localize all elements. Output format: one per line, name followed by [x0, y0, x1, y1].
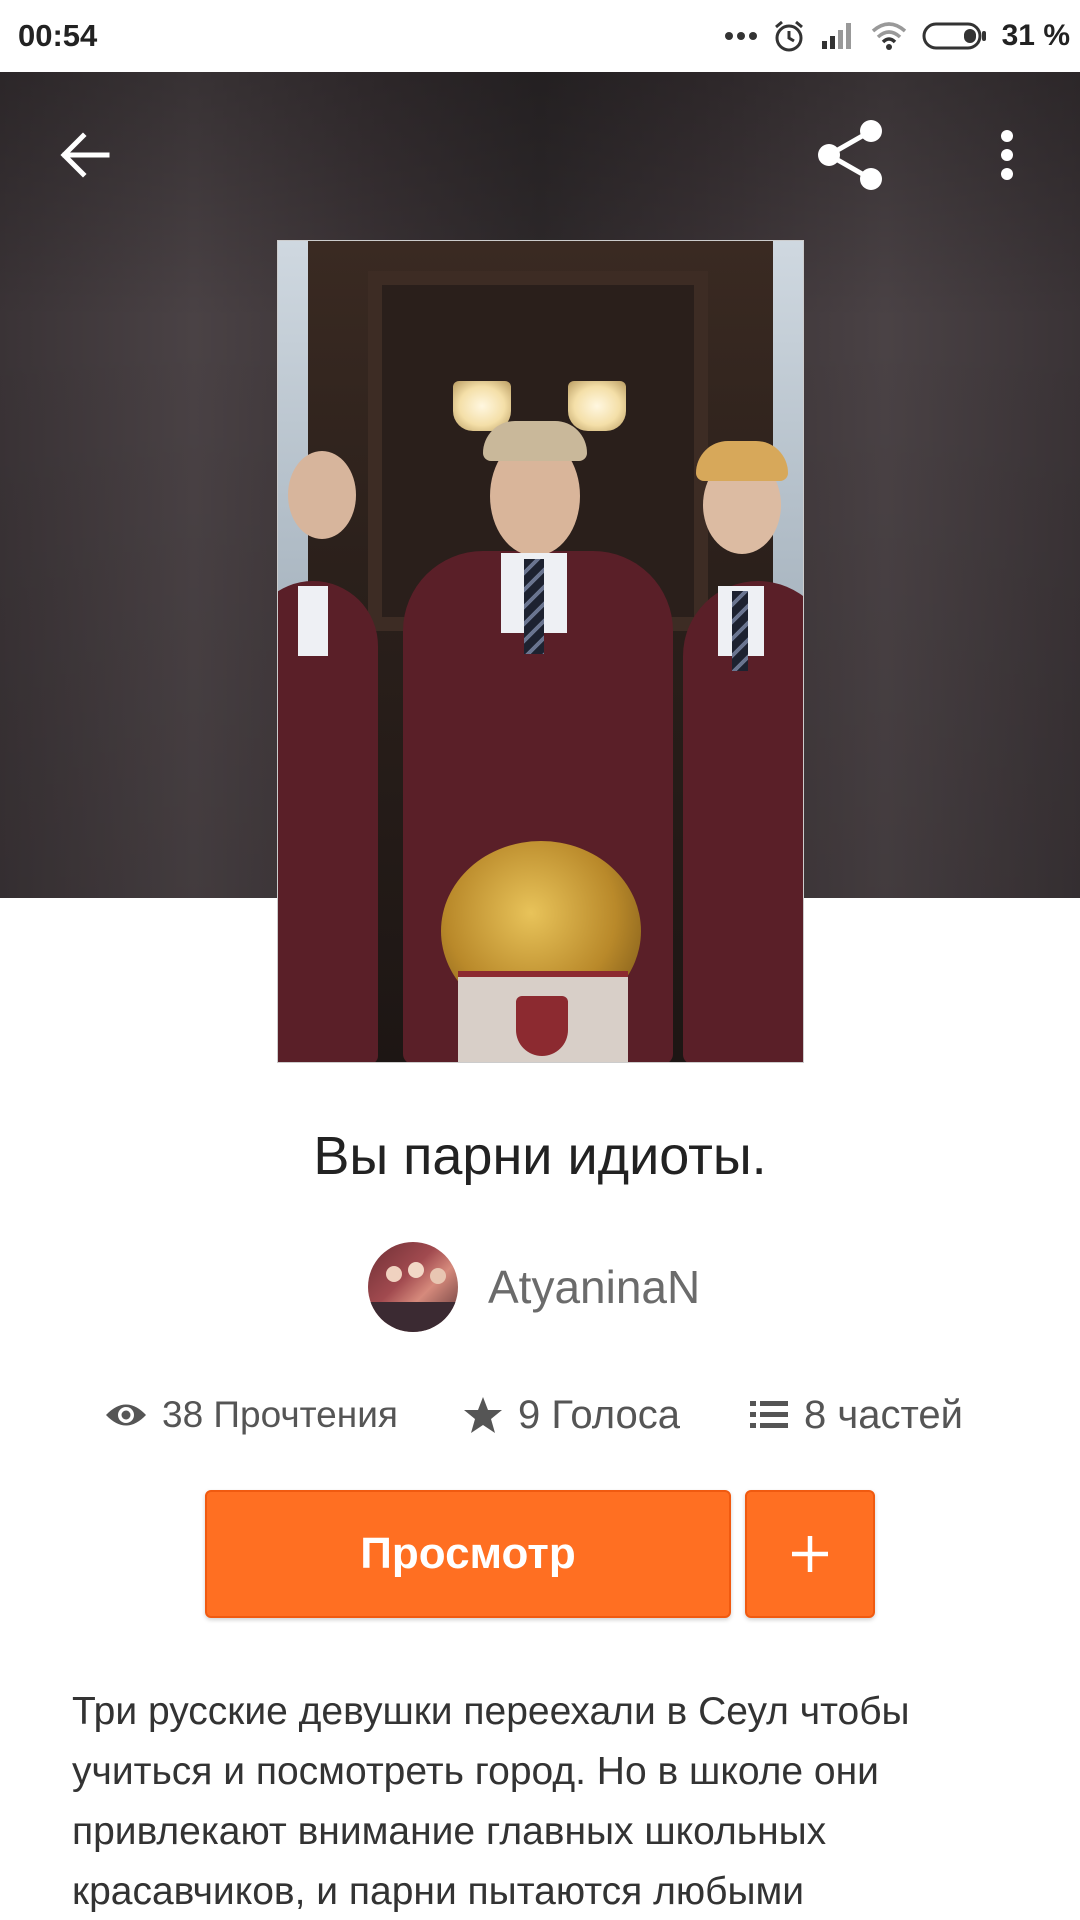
- status-time: 00:54: [18, 18, 98, 53]
- story-cover-image[interactable]: [277, 240, 804, 1063]
- author-avatar[interactable]: [368, 1242, 458, 1332]
- star-icon: [464, 1397, 502, 1433]
- list-icon: [750, 1401, 788, 1428]
- more-vertical-icon: [1001, 130, 1013, 180]
- wifi-icon: [871, 22, 906, 50]
- status-icons: 31 %: [724, 14, 1070, 58]
- read-button[interactable]: Просмотр: [205, 1490, 731, 1618]
- votes-count: 9 Голоса: [518, 1392, 680, 1437]
- author-link[interactable]: AtyaninaN: [368, 1242, 700, 1332]
- share-icon: [818, 120, 882, 190]
- eye-icon: [106, 1404, 146, 1426]
- story-title: Вы парни идиоты.: [313, 1126, 767, 1186]
- status-bar: 00:54 31 %: [0, 0, 1080, 72]
- parts-stat: 8 частей: [748, 1385, 963, 1445]
- more-dots-icon: [724, 32, 757, 40]
- share-button[interactable]: [806, 110, 896, 200]
- story-description: Три русские девушки переехали в Сеул что…: [72, 1690, 910, 1913]
- reads-count: 38 Прочтения: [162, 1394, 398, 1435]
- battery-percent: 31 %: [1001, 19, 1070, 52]
- arrow-left-icon: [60, 132, 110, 178]
- more-options-button[interactable]: [962, 110, 1052, 200]
- signal-icon: [821, 23, 851, 49]
- story-stats: 38 Прочтения 9 Голоса 8 частей: [0, 1385, 1080, 1445]
- votes-stat: 9 Голоса: [462, 1385, 680, 1445]
- battery-icon: [922, 22, 986, 50]
- parts-count: 8 частей: [804, 1392, 963, 1437]
- plus-icon: [792, 1536, 828, 1572]
- add-to-library-button[interactable]: [745, 1490, 875, 1618]
- reads-stat: 38 Прочтения: [104, 1385, 398, 1445]
- alarm-icon: [774, 20, 803, 52]
- author-name[interactable]: AtyaninaN: [488, 1260, 700, 1314]
- back-button[interactable]: [40, 110, 130, 200]
